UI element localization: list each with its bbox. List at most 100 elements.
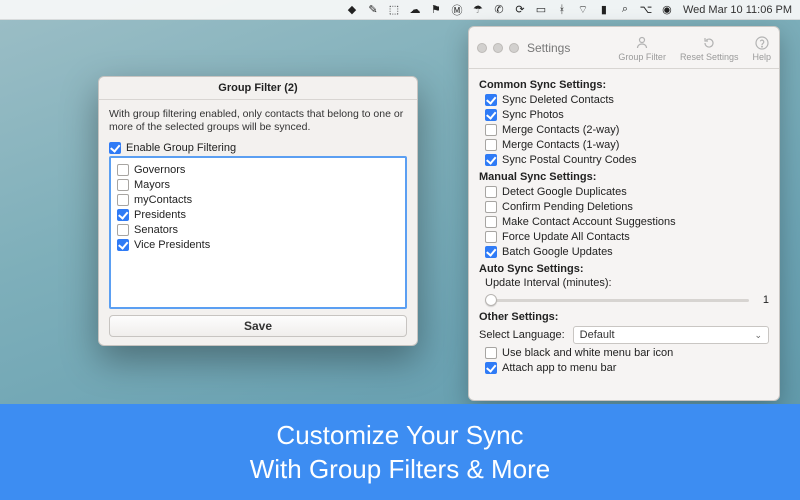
setting-sync-deleted-contacts[interactable]: Sync Deleted Contacts (485, 93, 769, 107)
checkbox-icon[interactable] (485, 124, 497, 136)
banner-line1: Customize Your Sync (276, 418, 523, 452)
checkbox-icon[interactable] (117, 179, 129, 191)
zoom-button[interactable] (509, 43, 519, 53)
menubar-datetime[interactable]: Wed Mar 10 11:06 PM (683, 4, 792, 16)
banner-line2: With Group Filters & More (250, 452, 551, 486)
phone-icon[interactable]: ✆ (493, 4, 505, 16)
checkbox-icon[interactable] (485, 186, 497, 198)
checkbox-label: Merge Contacts (1-way) (502, 138, 619, 152)
enable-group-filtering[interactable]: Enable Group Filtering (109, 141, 407, 155)
toolbar-help[interactable]: Help (752, 34, 771, 62)
interval-slider[interactable] (485, 293, 749, 307)
checkbox-label: Sync Postal Country Codes (502, 153, 637, 167)
close-button[interactable] (477, 43, 487, 53)
flame-icon[interactable]: ⚑ (430, 4, 442, 16)
toolbar-label: Reset Settings (680, 52, 739, 62)
dialog-title: Group Filter (2) (99, 77, 417, 100)
checkbox-label: Enable Group Filtering (126, 141, 236, 155)
setting-detect-duplicates[interactable]: Detect Google Duplicates (485, 185, 769, 199)
setting-merge-contacts-2way[interactable]: Merge Contacts (2-way) (485, 123, 769, 137)
checkbox-icon[interactable] (117, 224, 129, 236)
window-controls (477, 43, 519, 53)
malware-icon[interactable]: Ⓜ (451, 4, 463, 16)
toolbar-group-filter[interactable]: Group Filter (618, 34, 666, 62)
promo-banner: Customize Your Sync With Group Filters &… (0, 404, 800, 500)
setting-confirm-deletions[interactable]: Confirm Pending Deletions (485, 200, 769, 214)
checkbox-label: Force Update All Contacts (502, 230, 630, 244)
save-button[interactable]: Save (109, 315, 407, 337)
slider-thumb[interactable] (485, 294, 497, 306)
dropbox-icon[interactable]: ⬚ (388, 4, 400, 16)
group-presidents[interactable]: Presidents (117, 208, 399, 222)
reset-icon (700, 34, 718, 52)
checkbox-icon[interactable] (485, 94, 497, 106)
adobe-icon[interactable]: ◆ (346, 4, 358, 16)
checkbox-label: Presidents (134, 208, 186, 222)
toolbar: Group Filter Reset Settings Help (618, 34, 771, 62)
checkbox-label: Vice Presidents (134, 238, 210, 252)
setting-sync-postal-codes[interactable]: Sync Postal Country Codes (485, 153, 769, 167)
section-title-other: Other Settings: (479, 311, 769, 323)
checkbox-icon[interactable] (485, 109, 497, 121)
checkbox-icon[interactable] (485, 139, 497, 151)
checkbox-icon[interactable] (485, 216, 497, 228)
language-row: Select Language: Default ⌄ (479, 326, 769, 344)
group-governors[interactable]: Governors (117, 163, 399, 177)
group-senators[interactable]: Senators (117, 223, 399, 237)
checkbox-label: Batch Google Updates (502, 245, 613, 259)
checkbox-icon[interactable] (485, 201, 497, 213)
checkbox-icon[interactable] (485, 154, 497, 166)
minimize-button[interactable] (493, 43, 503, 53)
evernote-icon[interactable]: ✎ (367, 4, 379, 16)
checkbox-label: Detect Google Duplicates (502, 185, 627, 199)
setting-sync-photos[interactable]: Sync Photos (485, 108, 769, 122)
control-center-icon[interactable]: ⌥ (640, 4, 652, 16)
slider-track (485, 299, 749, 302)
bluetooth-icon[interactable]: ᚼ (556, 4, 568, 16)
window-title: Settings (527, 41, 570, 55)
interval-label: Update Interval (minutes): (485, 277, 769, 289)
checkbox-label: Governors (134, 163, 185, 177)
setting-bw-menubar-icon[interactable]: Use black and white menu bar icon (485, 346, 769, 360)
toolbar-reset-settings[interactable]: Reset Settings (680, 34, 739, 62)
sync-icon[interactable]: ⟳ (514, 4, 526, 16)
menubar: ◆ ✎ ⬚ ☁ ⚑ Ⓜ ☂ ✆ ⟳ ▭ ᚼ ⌔ ▮ ⌕ ⌥ ◉ Wed Mar … (0, 0, 800, 20)
checkbox-label: myContacts (134, 193, 192, 207)
group-mycontacts[interactable]: myContacts (117, 193, 399, 207)
checkbox-icon[interactable] (485, 246, 497, 258)
setting-account-suggestions[interactable]: Make Contact Account Suggestions (485, 215, 769, 229)
checkbox-icon[interactable] (117, 194, 129, 206)
display-icon[interactable]: ▭ (535, 4, 547, 16)
wifi-icon[interactable]: ⌔ (577, 4, 589, 16)
checkbox-icon[interactable] (485, 347, 497, 359)
setting-force-update-all[interactable]: Force Update All Contacts (485, 230, 769, 244)
checkbox-icon[interactable] (485, 231, 497, 243)
setting-batch-google-updates[interactable]: Batch Google Updates (485, 245, 769, 259)
search-icon[interactable]: ⌕ (619, 4, 631, 16)
checkbox-icon[interactable] (117, 164, 129, 176)
checkbox-icon[interactable] (109, 142, 121, 154)
settings-window: Settings Group Filter Reset Settings Hel… (468, 26, 780, 401)
checkbox-icon[interactable] (485, 362, 497, 374)
dialog-footer: Save (99, 315, 417, 345)
toolbar-label: Help (752, 52, 771, 62)
save-button-label: Save (244, 319, 272, 333)
group-vice-presidents[interactable]: Vice Presidents (117, 238, 399, 252)
checkbox-icon[interactable] (117, 209, 129, 221)
siri-icon[interactable]: ◉ (661, 4, 673, 16)
checkbox-label: Mayors (134, 178, 170, 192)
language-label: Select Language: (479, 329, 565, 341)
setting-attach-menubar[interactable]: Attach app to menu bar (485, 361, 769, 375)
section-title-auto: Auto Sync Settings: (479, 263, 769, 275)
language-select[interactable]: Default ⌄ (573, 326, 769, 344)
group-filter-icon (633, 34, 651, 52)
cloud-icon[interactable]: ☁ (409, 4, 421, 16)
checkbox-icon[interactable] (117, 239, 129, 251)
setting-merge-contacts-1way[interactable]: Merge Contacts (1-way) (485, 138, 769, 152)
checkbox-label: Merge Contacts (2-way) (502, 123, 619, 137)
checkbox-label: Use black and white menu bar icon (502, 346, 673, 360)
group-mayors[interactable]: Mayors (117, 178, 399, 192)
battery-icon[interactable]: ▮ (598, 4, 610, 16)
umbrella-icon[interactable]: ☂ (472, 4, 484, 16)
group-list[interactable]: Governors Mayors myContacts Presidents S… (109, 156, 407, 309)
